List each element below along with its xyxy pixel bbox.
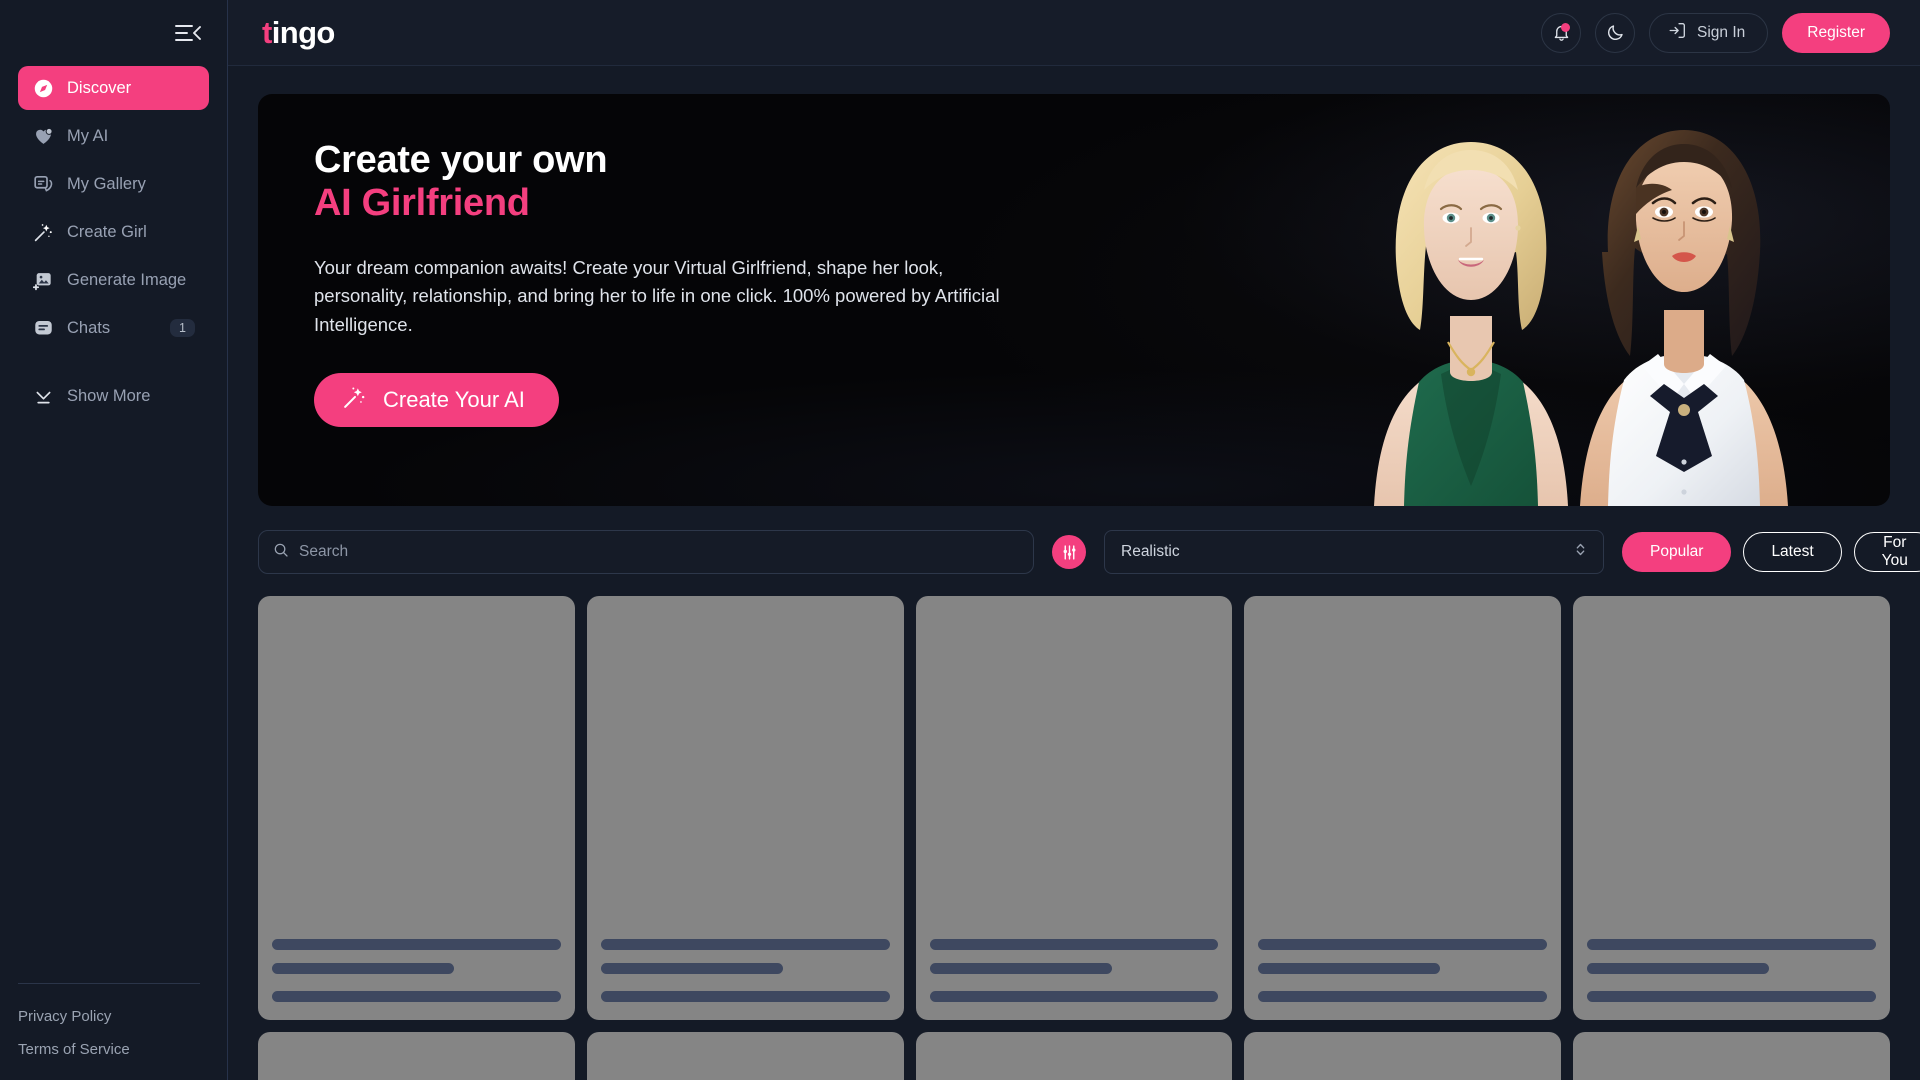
sidebar-item-my-gallery[interactable]: My Gallery — [18, 162, 209, 206]
character-card-skeleton[interactable] — [1573, 596, 1890, 1020]
skeleton-line-meta — [600, 991, 890, 1002]
character-card-skeleton[interactable] — [258, 596, 575, 1020]
register-button[interactable]: Register — [1782, 12, 1890, 53]
gallery-icon — [32, 173, 54, 195]
top-header: tingo Sign In Register — [228, 0, 1920, 66]
tab-latest[interactable]: Latest — [1743, 532, 1842, 572]
character-card-skeleton[interactable] — [1244, 1032, 1562, 1080]
sidebar-item-discover[interactable]: Discover — [18, 66, 209, 110]
hero-title-line2: AI Girlfriend — [314, 182, 530, 225]
character-card-skeleton[interactable] — [586, 1032, 904, 1080]
sort-tabs: Popular Latest For You — [1622, 532, 1920, 572]
sidebar-item-label: Generate Image — [67, 270, 187, 289]
hero-cta-label: Create Your AI — [383, 387, 525, 413]
sign-in-label: Sign In — [1697, 23, 1746, 41]
sidebar-item-chats[interactable]: Chats 1 — [18, 306, 209, 350]
sidebar-item-generate-image[interactable]: Generate Image — [18, 258, 209, 302]
skeleton-line-meta — [929, 991, 1219, 1002]
image-plus-icon — [32, 269, 54, 291]
sidebar-item-my-ai[interactable]: My AI — [18, 114, 209, 158]
logo-text: ingo — [271, 15, 336, 50]
character-card-skeleton[interactable] — [915, 596, 1233, 1020]
magic-wand-icon — [32, 221, 54, 243]
compass-icon — [32, 77, 54, 99]
login-arrow-icon — [1668, 21, 1687, 45]
character-card-skeleton[interactable] — [1244, 596, 1562, 1020]
skeleton-line-meta — [1587, 991, 1876, 1002]
chevron-updown-icon — [1574, 541, 1587, 563]
hero-title: Create your own AI Girlfriend — [314, 139, 1048, 226]
skeleton-line-subtitle — [600, 963, 783, 974]
skeleton-line-title — [1587, 939, 1876, 950]
sidebar: Discover My AI My Gallery Create Girl Ge… — [0, 0, 228, 1080]
sidebar-item-label: My AI — [67, 126, 109, 145]
skeleton-line-title — [929, 939, 1219, 950]
search-input[interactable] — [299, 543, 1019, 561]
chevron-down-icon — [32, 385, 54, 407]
sidebar-nav: Discover My AI My Gallery Create Girl Ge… — [0, 66, 227, 418]
search-field[interactable] — [258, 530, 1034, 574]
sign-in-button[interactable]: Sign In — [1649, 12, 1769, 53]
header-actions: Sign In Register — [1541, 12, 1890, 53]
hero-copy: Create your own AI Girlfriend Your dream… — [258, 94, 1048, 428]
logo-accent-letter: t — [262, 15, 272, 50]
notification-dot — [1561, 22, 1571, 32]
hero-character-brunette — [1580, 130, 1788, 506]
footer-divider — [18, 983, 200, 984]
skeleton-line-meta — [272, 991, 561, 1002]
skeleton-line-subtitle — [1258, 963, 1441, 974]
sidebar-item-label: My Gallery — [67, 174, 146, 193]
character-card-skeleton[interactable] — [586, 596, 904, 1020]
sidebar-collapse-glyph — [175, 25, 201, 41]
search-icon — [273, 542, 289, 563]
tab-popular[interactable]: Popular — [1622, 532, 1732, 572]
category-select[interactable]: Realistic — [1104, 530, 1604, 574]
chat-bubble-icon — [32, 317, 54, 339]
sidebar-collapse-icon[interactable] — [171, 18, 205, 48]
magic-wand-icon — [342, 385, 367, 416]
app-logo[interactable]: tingo — [262, 17, 335, 48]
create-your-ai-button[interactable]: Create Your AI — [314, 373, 559, 428]
sidebar-item-create-girl[interactable]: Create Girl — [18, 210, 209, 254]
skeleton-line-subtitle — [1587, 963, 1770, 974]
category-select-value: Realistic — [1121, 543, 1180, 560]
skeleton-line-subtitle — [272, 963, 454, 974]
bell-icon[interactable] — [1541, 12, 1582, 53]
filter-bar: Realistic Popular Latest For You — [258, 530, 1920, 574]
sidebar-header — [0, 0, 227, 66]
chats-unread-badge: 1 — [170, 318, 195, 338]
character-card-skeleton[interactable] — [915, 1032, 1233, 1080]
skeleton-line-title — [600, 939, 890, 950]
sidebar-item-label: Show More — [67, 386, 151, 405]
app-root: Discover My AI My Gallery Create Girl Ge… — [0, 0, 1920, 1080]
hero-banner: Create your own AI Girlfriend Your dream… — [258, 94, 1890, 506]
sidebar-item-label: Create Girl — [67, 222, 147, 241]
sidebar-item-label: Discover — [67, 78, 132, 97]
tab-for-you[interactable]: For You — [1853, 532, 1920, 572]
heart-person-icon — [32, 125, 54, 147]
terms-of-service-link[interactable]: Terms of Service — [18, 1033, 209, 1066]
page-content: Create your own AI Girlfriend Your dream… — [228, 66, 1920, 1080]
skeleton-line-subtitle — [929, 963, 1112, 974]
skeleton-line-title — [1258, 939, 1548, 950]
sidebar-item-label: Chats — [67, 318, 111, 337]
sliders-icon[interactable] — [1052, 535, 1086, 569]
hero-title-line1: Create your own — [314, 139, 608, 181]
sidebar-footer: Privacy Policy Terms of Service — [0, 983, 227, 1080]
character-card-grid — [258, 596, 1890, 1080]
skeleton-line-meta — [1258, 991, 1548, 1002]
character-card-skeleton[interactable] — [258, 1032, 575, 1080]
main-area: tingo Sign In Register Create your own A… — [228, 0, 1920, 1080]
moon-icon[interactable] — [1595, 12, 1636, 53]
hero-description: Your dream companion awaits! Create your… — [314, 256, 1000, 335]
skeleton-line-title — [272, 939, 561, 950]
character-card-skeleton[interactable] — [1573, 1032, 1890, 1080]
privacy-policy-link[interactable]: Privacy Policy — [18, 1000, 209, 1033]
sidebar-item-show-more[interactable]: Show More — [18, 374, 209, 418]
hero-artwork — [1320, 108, 1880, 506]
